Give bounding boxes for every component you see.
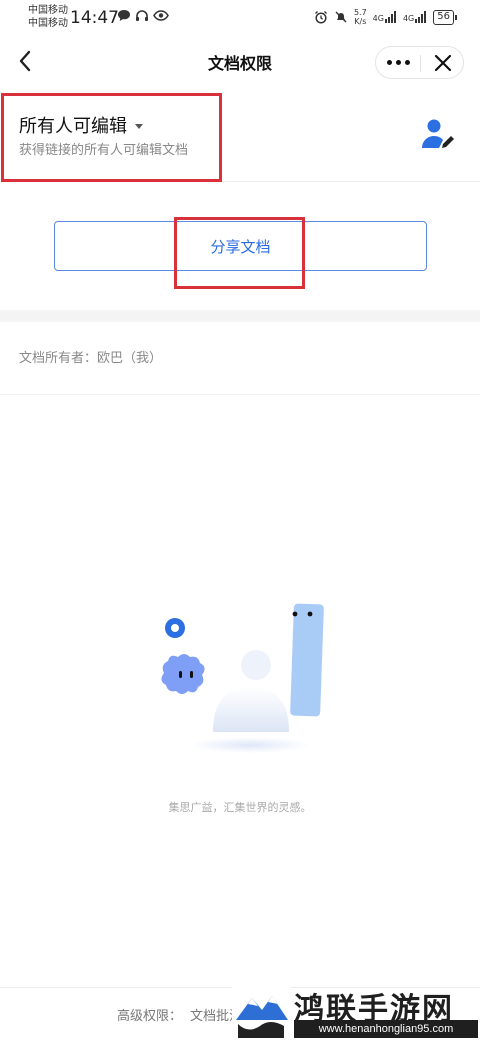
status-time: 14:47 <box>70 8 119 28</box>
signal-bars-icon <box>415 11 427 23</box>
battery-indicator: 56 <box>433 9 457 25</box>
status-app-icons <box>117 9 169 22</box>
alarm-icon <box>314 11 327 24</box>
advanced-permissions-bar: 高级权限： 文档批注 <box>117 1005 242 1024</box>
watermark-logo-icon <box>232 984 290 1040</box>
status-system-icons: 5.7 K/s 4G 4G 56 <box>314 8 457 26</box>
divider <box>0 394 480 395</box>
mini-program-capsule <box>375 46 464 79</box>
signal-1: 4G <box>373 11 397 23</box>
advanced-permissions-label: 高级权限： <box>117 1009 183 1024</box>
mute-bell-icon <box>335 11 347 23</box>
status-bar: 中国移动 中国移动 14:47 5.7 K/s 4G 4G 56 <box>0 0 480 36</box>
net-speed-unit: K/s <box>354 17 367 26</box>
collaborator-settings-button[interactable] <box>420 118 456 152</box>
more-dots-icon <box>395 60 401 65</box>
carrier-info: 中国移动 中国移动 <box>28 4 68 30</box>
close-button[interactable] <box>421 47 464 78</box>
carrier-1: 中国移动 <box>28 5 68 16</box>
section-divider <box>0 310 480 322</box>
signal-bars-icon <box>384 11 396 23</box>
nav-bar: 文档权限 <box>0 36 480 86</box>
empty-state-tagline: 集思广益，汇集世界的灵感。 <box>168 801 312 814</box>
document-owner: 文档所有者：欧巴（我） <box>19 351 163 366</box>
annotation-highlight-box <box>1 93 222 182</box>
signal-2-label: 4G <box>402 14 415 23</box>
carrier-2: 中国移动 <box>28 18 68 29</box>
more-dots-icon <box>404 60 410 65</box>
net-speed-value: 5.7 <box>353 8 367 17</box>
more-button[interactable] <box>376 47 420 78</box>
empty-state-illustration <box>161 603 324 753</box>
chat-bubble-icon <box>118 10 130 21</box>
watermark-url: www.henanhonglian95.com <box>294 1020 478 1038</box>
watermark: 鸿联手游网 www.henanhonglian95.com <box>232 980 480 1040</box>
headphones-icon <box>136 10 148 21</box>
more-dots-icon <box>386 60 392 65</box>
close-icon <box>434 54 451 71</box>
eye-icon <box>153 10 169 21</box>
signal-2: 4G <box>403 11 427 23</box>
user-edit-icon <box>422 119 454 148</box>
net-speed: 5.7 K/s <box>354 8 367 26</box>
signal-1-label: 4G <box>372 14 384 23</box>
annotation-highlight-box <box>174 217 305 289</box>
